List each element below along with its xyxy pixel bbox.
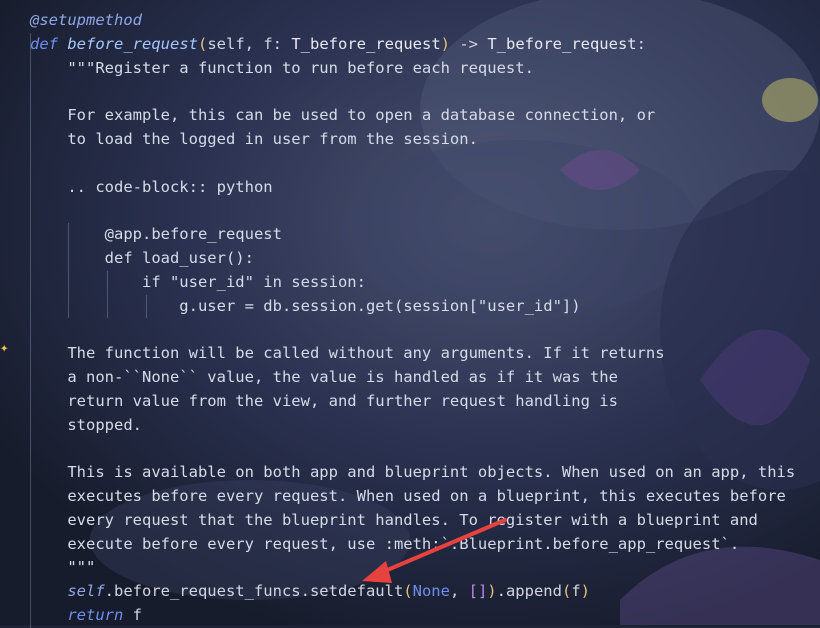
- docstring-line: to load the logged in user from the sess…: [0, 127, 820, 152]
- docstring-line: @app.before_request: [0, 223, 820, 247]
- docstring-text: return value from the view, and further …: [30, 391, 618, 410]
- docstring-line: [0, 318, 820, 343]
- docstring-text: a non-``None`` value, the value is handl…: [30, 367, 618, 386]
- none-keyword: None: [412, 582, 450, 601]
- docstring-line: executes before every request. When used…: [0, 484, 820, 509]
- docstring-line: def load_user():: [0, 246, 820, 271]
- docstring: """Register a function to run before eac…: [0, 56, 820, 581]
- append-open: (: [561, 582, 572, 601]
- args-open: (: [403, 582, 413, 601]
- code-line-def: def before_request(self, f: T_before_req…: [0, 32, 820, 57]
- docstring-line: if "user_id" in session:: [0, 270, 820, 295]
- docstring-text: to load the logged in user from the sess…: [30, 129, 478, 148]
- docstring-text: The function will be called without any …: [30, 344, 665, 363]
- docstring-line: stopped.: [0, 413, 820, 438]
- docstring-text: """Register a function to run before eac…: [30, 58, 534, 77]
- append-close: ): [580, 582, 590, 601]
- docstring-text: stopped.: [30, 415, 142, 434]
- append-call: .append: [496, 582, 562, 601]
- docstring-text: every request that the blueprint handles…: [30, 510, 758, 529]
- docstring-line: [0, 437, 820, 462]
- docstring-line: """Register a function to run before eac…: [0, 56, 820, 81]
- docstring-line: every request that the blueprint handles…: [0, 508, 820, 533]
- code-line-return: return f: [0, 603, 820, 628]
- code-line-decorator: @setupmethod: [0, 9, 820, 33]
- function-name: before_request: [67, 34, 198, 53]
- setdefault-call: .before_request_funcs.setdefault: [104, 582, 404, 601]
- docstring-text: For example, this can be used to open a …: [30, 106, 656, 125]
- docstring-line: .. code-block:: python: [0, 175, 820, 200]
- docstring-text: executes before every request. When used…: [30, 486, 786, 505]
- docstring-line: This is available on both app and bluepr…: [0, 461, 820, 485]
- code-editor[interactable]: @setupmethod def before_request(self, f:…: [0, 0, 820, 628]
- docstring-line: [0, 80, 820, 105]
- docstring-text: execute before every request, use :meth:…: [30, 534, 740, 553]
- param-type: T_before_request: [291, 34, 441, 53]
- docstring-text: .. code-block:: python: [30, 177, 273, 196]
- docstring-line: [0, 199, 820, 224]
- decorator: @setupmethod: [30, 11, 142, 29]
- paren-close: ): [440, 34, 450, 53]
- docstring-line: The function will be called without any …: [0, 342, 820, 366]
- params: self, f:: [207, 34, 292, 53]
- return-value: f: [123, 605, 142, 624]
- docstring-line: a non-``None`` value, the value is handl…: [0, 365, 820, 390]
- docstring-line: [0, 151, 820, 176]
- def-keyword: def: [30, 34, 58, 53]
- docstring-line: g.user = db.session.get(session["user_id…: [0, 294, 820, 319]
- empty-list: []: [468, 582, 488, 601]
- colon: :: [636, 34, 646, 53]
- args-close: ): [487, 582, 497, 601]
- append-arg: f: [571, 582, 581, 601]
- return-keyword: return: [67, 605, 124, 624]
- return-arrow: ->: [450, 34, 488, 53]
- docstring-line: execute before every request, use :meth:…: [0, 532, 820, 557]
- args-comma: ,: [449, 582, 469, 601]
- docstring-line: """: [0, 556, 820, 581]
- self-keyword: self: [67, 582, 105, 601]
- docstring-text: g.user = db.session.get(session["user_id…: [30, 296, 581, 315]
- paren-open: (: [198, 34, 208, 53]
- sparkle-icon[interactable]: ✦: [0, 340, 12, 356]
- docstring-line: return value from the view, and further …: [0, 389, 820, 414]
- docstring-text: This is available on both app and bluepr…: [30, 463, 796, 482]
- docstring-text: """: [30, 558, 96, 577]
- docstring-line: For example, this can be used to open a …: [0, 104, 820, 128]
- docstring-text: if "user_id" in session:: [30, 272, 366, 291]
- docstring-text: def load_user():: [30, 248, 254, 267]
- code-line-body: self.before_request_funcs.setdefault(Non…: [0, 580, 820, 604]
- return-type: T_before_request: [487, 34, 637, 53]
